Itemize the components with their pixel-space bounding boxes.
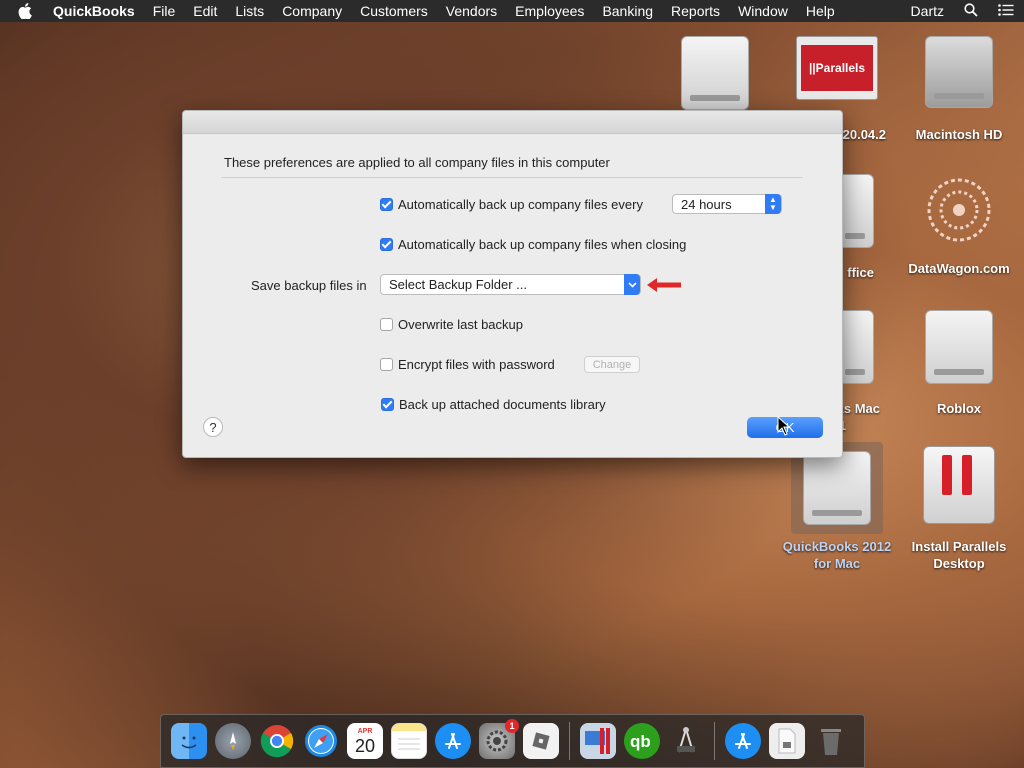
backup-preferences-dialog: These preferences are applied to all com…: [182, 110, 843, 458]
notification-center-icon[interactable]: [988, 3, 1024, 19]
desktop-drive-icon[interactable]: [660, 36, 770, 110]
menu-vendors[interactable]: Vendors: [437, 3, 506, 19]
drive-icon: [925, 310, 993, 384]
dialog-intro-text: These preferences are applied to all com…: [224, 155, 610, 170]
encrypt-checkbox[interactable]: [380, 358, 393, 371]
downloads-folder-icon[interactable]: [769, 723, 805, 759]
quickbooks-icon[interactable]: qb: [624, 723, 660, 759]
safari-icon[interactable]: [303, 723, 339, 759]
roblox-icon[interactable]: [523, 723, 559, 759]
svg-text:qb: qb: [630, 732, 651, 751]
desktop-icon-label: Macintosh HD: [915, 127, 1003, 142]
dialog-titlebar[interactable]: [183, 111, 842, 134]
menu-user[interactable]: Dartz: [901, 3, 954, 19]
apple-icon[interactable]: [18, 0, 38, 22]
desktop-macintosh-hd[interactable]: Macintosh HD: [904, 36, 1014, 143]
menu-file[interactable]: File: [144, 3, 185, 19]
menu-employees[interactable]: Employees: [506, 3, 593, 19]
menu-window[interactable]: Window: [729, 3, 797, 19]
attached-docs-row[interactable]: Back up attached documents library: [381, 397, 606, 412]
menu-customers[interactable]: Customers: [351, 3, 437, 19]
spotlight-search-icon[interactable]: [954, 2, 988, 20]
drive-icon: [681, 36, 749, 110]
system-preferences-icon[interactable]: 1: [479, 719, 519, 759]
auto-backup-closing-row[interactable]: Automatically back up company files when…: [380, 237, 686, 252]
backup-interval-value: 24 hours: [681, 196, 732, 212]
parallels-installer-icon: [923, 446, 995, 524]
menu-banking[interactable]: Banking: [593, 3, 662, 19]
menu-reports[interactable]: Reports: [662, 3, 729, 19]
stepper-arrows-icon: ▲ ▼: [765, 194, 781, 214]
desktop-quickbooks-2012-drive[interactable]: QuickBooks 2012 for Mac: [782, 442, 892, 572]
notification-badge: 1: [505, 719, 519, 733]
desktop-datawagon[interactable]: DataWagon.com: [904, 172, 1014, 277]
auto-backup-every-checkbox[interactable]: [380, 198, 393, 211]
launchpad-icon[interactable]: [215, 723, 251, 759]
calendar-day: 20: [354, 735, 376, 756]
menu-app-name[interactable]: QuickBooks: [44, 3, 144, 19]
dock-divider: [569, 722, 570, 760]
menu-bar: QuickBooks File Edit Lists Company Custo…: [0, 0, 1024, 22]
menu-company[interactable]: Company: [273, 3, 351, 19]
encrypt-row[interactable]: Encrypt files with password: [380, 357, 555, 372]
divider: [221, 177, 803, 178]
instruments-icon[interactable]: [668, 723, 704, 759]
datawagon-logo-icon: [921, 172, 997, 248]
menu-help[interactable]: Help: [797, 3, 844, 19]
desktop-icon-label-line2: Desktop: [933, 556, 985, 571]
hard-drive-icon: [925, 36, 993, 108]
desktop-install-parallels[interactable]: Install Parallels Desktop: [904, 446, 1014, 572]
desktop-icon-label: DataWagon.com: [908, 261, 1010, 276]
parallels-desktop-icon[interactable]: [580, 723, 616, 759]
auto-backup-every-row[interactable]: Automatically back up company files ever…: [380, 197, 643, 212]
help-button[interactable]: ?: [203, 417, 223, 437]
drive-icon: [803, 451, 871, 525]
mouse-cursor-icon: [777, 416, 791, 436]
auto-backup-closing-checkbox[interactable]: [380, 238, 393, 251]
dock: APR 20 1 qb: [160, 714, 865, 768]
attached-docs-label: Back up attached documents library: [399, 397, 606, 412]
overwrite-label: Overwrite last backup: [398, 317, 523, 332]
red-arrow-annotation-icon: [647, 278, 681, 292]
app-store-downloads-icon[interactable]: [725, 723, 761, 759]
chevron-down-icon: [624, 274, 640, 295]
overwrite-checkbox[interactable]: [380, 318, 393, 331]
desktop-icon-label: QuickBooks 2012: [782, 539, 892, 554]
app-store-icon[interactable]: [435, 723, 471, 759]
change-password-button[interactable]: Change: [584, 356, 640, 373]
desktop-icon-label: Roblox: [936, 401, 982, 416]
menu-edit[interactable]: Edit: [184, 3, 226, 19]
calendar-month: APR: [357, 727, 373, 735]
backup-folder-select[interactable]: Select Backup Folder ...: [380, 274, 641, 295]
desktop-icon-label-line2: for Mac: [813, 556, 861, 571]
overwrite-row[interactable]: Overwrite last backup: [380, 317, 523, 332]
calendar-icon[interactable]: APR 20: [347, 723, 383, 759]
backup-folder-value: Select Backup Folder ...: [389, 277, 528, 292]
auto-backup-closing-label: Automatically back up company files when…: [398, 237, 687, 252]
backup-interval-select[interactable]: 24 hours ▲ ▼: [672, 194, 782, 214]
auto-backup-every-label: Automatically back up company files ever…: [398, 197, 643, 212]
menu-lists[interactable]: Lists: [226, 3, 273, 19]
notes-icon[interactable]: [391, 723, 427, 759]
desktop-roblox-drive[interactable]: Roblox: [904, 310, 1014, 417]
desktop-icon-label: Install Parallels: [911, 539, 1007, 554]
dock-divider: [714, 722, 715, 760]
parallels-logo: ||Parallels: [801, 45, 873, 91]
parallels-monitor-icon: ||Parallels: [796, 36, 878, 100]
trash-icon[interactable]: [813, 723, 849, 759]
finder-icon[interactable]: [171, 723, 207, 759]
chrome-icon[interactable]: [259, 723, 295, 759]
attached-docs-checkbox[interactable]: [381, 398, 394, 411]
save-backup-label: Save backup files in: [251, 278, 367, 293]
encrypt-label: Encrypt files with password: [398, 357, 555, 372]
